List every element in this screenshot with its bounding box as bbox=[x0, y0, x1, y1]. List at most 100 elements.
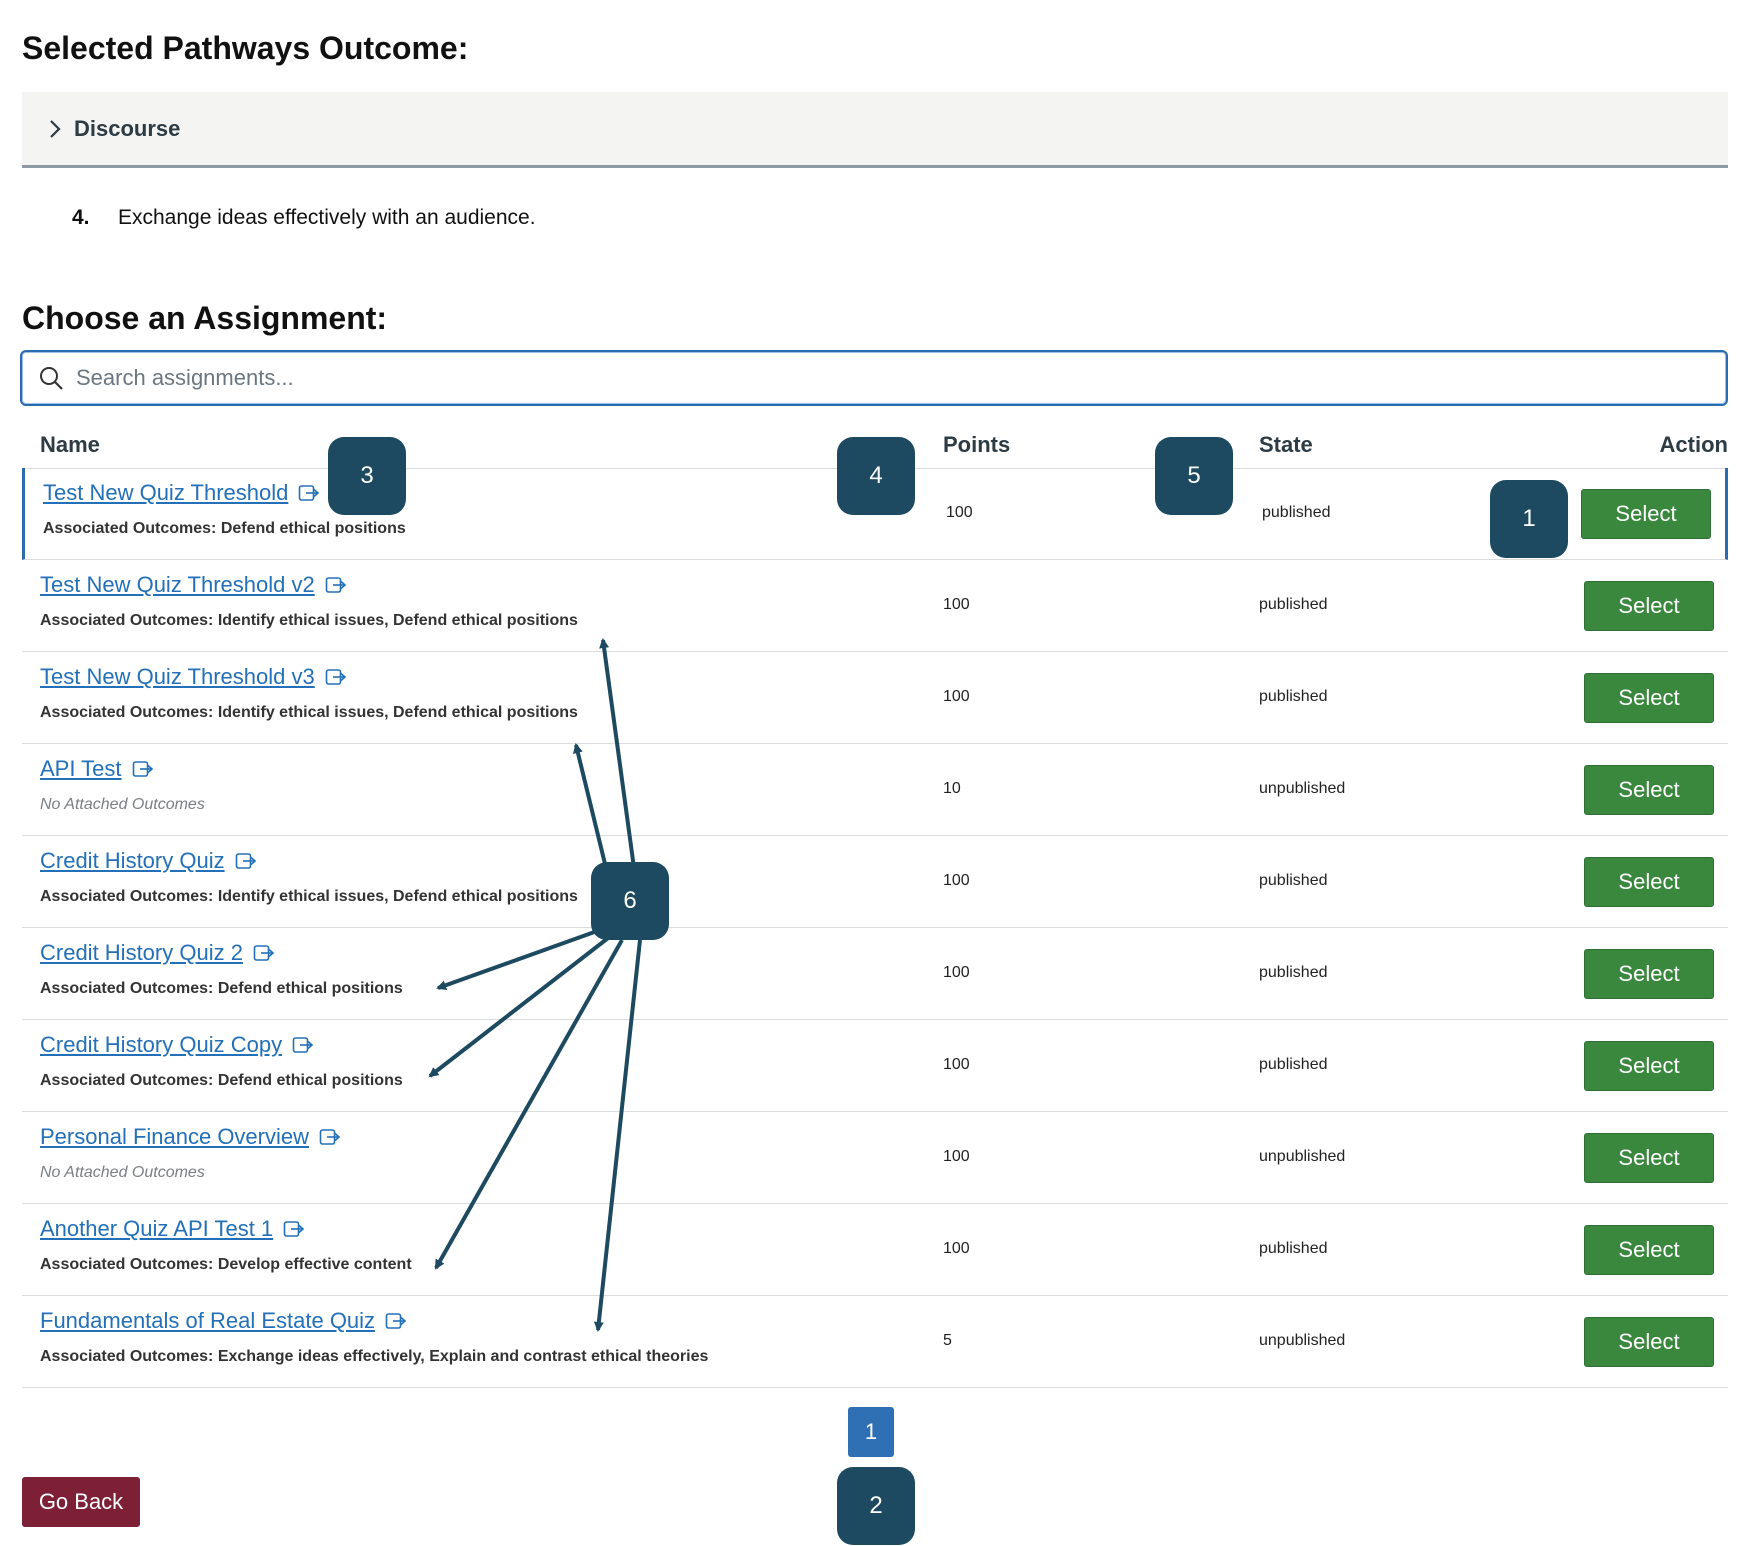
table-row: Credit History Quiz 2 Associated Outcomes… bbox=[22, 928, 1728, 1020]
state-value: published bbox=[1259, 1056, 1328, 1073]
state-value: published bbox=[1259, 964, 1328, 981]
external-link-icon[interactable] bbox=[235, 851, 257, 871]
state-value: unpublished bbox=[1259, 1332, 1346, 1349]
state-value: unpublished bbox=[1259, 780, 1346, 797]
points-value: 100 bbox=[946, 504, 973, 521]
select-button[interactable]: Select bbox=[1584, 1133, 1714, 1183]
assignment-title-wrap: Test New Quiz Threshold v2 bbox=[40, 572, 347, 598]
external-link-icon[interactable] bbox=[132, 759, 154, 779]
assignment-title-wrap: Another Quiz API Test 1 bbox=[40, 1216, 305, 1242]
points-value: 5 bbox=[943, 1332, 952, 1349]
assignment-link[interactable]: Fundamentals of Real Estate Quiz bbox=[40, 1308, 375, 1334]
column-header-state: State bbox=[1259, 432, 1313, 457]
assignment-link[interactable]: Credit History Quiz 2 bbox=[40, 940, 243, 966]
annotation-badge: 5 bbox=[1155, 437, 1233, 515]
go-back-button[interactable]: Go Back bbox=[22, 1477, 140, 1527]
assignment-link[interactable]: Another Quiz API Test 1 bbox=[40, 1216, 273, 1242]
annotation-badge: 2 bbox=[837, 1467, 915, 1545]
assignment-link[interactable]: Credit History Quiz Copy bbox=[40, 1032, 282, 1058]
associated-outcomes: Associated Outcomes: Defend ethical posi… bbox=[43, 520, 406, 537]
table-row: Personal Finance Overview No Attached Out… bbox=[22, 1112, 1728, 1204]
points-value: 10 bbox=[943, 780, 961, 797]
state-value: unpublished bbox=[1259, 1148, 1346, 1165]
assignment-link[interactable]: Personal Finance Overview bbox=[40, 1124, 309, 1150]
associated-outcomes: Associated Outcomes: Develop effective c… bbox=[40, 1256, 412, 1273]
external-link-icon[interactable] bbox=[325, 575, 347, 595]
points-value: 100 bbox=[943, 964, 970, 981]
points-value: 100 bbox=[943, 1148, 970, 1165]
discourse-accordion[interactable]: Discourse bbox=[22, 92, 1728, 168]
state-value: published bbox=[1259, 1240, 1328, 1257]
points-value: 100 bbox=[943, 872, 970, 889]
select-button[interactable]: Select bbox=[1584, 1225, 1714, 1275]
assignment-link[interactable]: Test New Quiz Threshold v3 bbox=[40, 664, 315, 690]
external-link-icon[interactable] bbox=[385, 1311, 407, 1331]
associated-outcomes: Associated Outcomes: Identify ethical is… bbox=[40, 888, 578, 905]
assignment-link[interactable]: Credit History Quiz bbox=[40, 848, 225, 874]
select-button[interactable]: Select bbox=[1584, 857, 1714, 907]
search-input[interactable] bbox=[74, 364, 1678, 392]
assignment-title-wrap: Test New Quiz Threshold v3 bbox=[40, 664, 347, 690]
outcome-list-item: 4. Exchange ideas effectively with an au… bbox=[72, 206, 536, 230]
assignment-title-wrap: Fundamentals of Real Estate Quiz bbox=[40, 1308, 407, 1334]
points-value: 100 bbox=[943, 596, 970, 613]
column-header-points: Points bbox=[943, 432, 1011, 457]
points-value: 100 bbox=[943, 1056, 970, 1073]
assignment-link[interactable]: API Test bbox=[40, 756, 122, 782]
chevron-right-icon bbox=[44, 118, 66, 140]
table-row: Test New Quiz Threshold v2 Associated Out… bbox=[22, 560, 1728, 652]
associated-outcomes: No Attached Outcomes bbox=[40, 796, 205, 813]
external-link-icon[interactable] bbox=[283, 1219, 305, 1239]
accordion-label: Discourse bbox=[74, 115, 181, 141]
assignment-title-wrap: Credit History Quiz bbox=[40, 848, 257, 874]
state-value: published bbox=[1259, 872, 1328, 889]
table-row: Credit History Quiz Associated Outcomes: … bbox=[22, 836, 1728, 928]
select-button[interactable]: Select bbox=[1584, 1041, 1714, 1091]
outcome-number: 4. bbox=[72, 206, 90, 229]
table-row: Credit History Quiz Copy Associated Outco… bbox=[22, 1020, 1728, 1112]
points-value: 100 bbox=[943, 1240, 970, 1257]
points-value: 100 bbox=[943, 688, 970, 705]
outcome-section-title: Selected Pathways Outcome: bbox=[22, 30, 469, 66]
table-row: API Test No Attached Outcomes 10 unpublishe… bbox=[22, 744, 1728, 836]
select-button[interactable]: Select bbox=[1584, 765, 1714, 815]
associated-outcomes: No Attached Outcomes bbox=[40, 1164, 205, 1181]
annotation-badge: 3 bbox=[328, 437, 406, 515]
state-value: published bbox=[1262, 504, 1331, 521]
annotation-badge: 1 bbox=[1490, 480, 1568, 558]
associated-outcomes: Associated Outcomes: Identify ethical is… bbox=[40, 704, 578, 721]
annotation-badge: 4 bbox=[837, 437, 915, 515]
assignment-link[interactable]: Test New Quiz Threshold bbox=[43, 480, 288, 506]
assignment-title-wrap: API Test bbox=[40, 756, 154, 782]
table-row: Test New Quiz Threshold v3 Associated Out… bbox=[22, 652, 1728, 744]
assignment-table-body: Test New Quiz Threshold Associated Outcom… bbox=[22, 468, 1728, 1388]
associated-outcomes: Associated Outcomes: Identify ethical is… bbox=[40, 612, 578, 629]
external-link-icon[interactable] bbox=[292, 1035, 314, 1055]
outcome-text: Exchange ideas effectively with an audie… bbox=[118, 206, 536, 229]
column-header-name: Name bbox=[40, 432, 100, 457]
associated-outcomes: Associated Outcomes: Defend ethical posi… bbox=[40, 1072, 403, 1089]
state-value: published bbox=[1259, 688, 1328, 705]
search-box bbox=[20, 350, 1728, 406]
pagination-page-button[interactable]: 1 bbox=[848, 1407, 894, 1457]
select-button[interactable]: Select bbox=[1584, 581, 1714, 631]
select-button[interactable]: Select bbox=[1584, 949, 1714, 999]
assignment-link[interactable]: Test New Quiz Threshold v2 bbox=[40, 572, 315, 598]
associated-outcomes: Associated Outcomes: Exchange ideas effe… bbox=[40, 1348, 709, 1365]
assignment-section-title: Choose an Assignment: bbox=[22, 300, 388, 336]
select-button[interactable]: Select bbox=[1584, 673, 1714, 723]
external-link-icon[interactable] bbox=[325, 667, 347, 687]
state-value: published bbox=[1259, 596, 1328, 613]
assignment-title-wrap: Test New Quiz Threshold bbox=[43, 480, 320, 506]
select-button[interactable]: Select bbox=[1584, 1317, 1714, 1367]
external-link-icon[interactable] bbox=[319, 1127, 341, 1147]
column-header-action: Action bbox=[1659, 432, 1728, 457]
external-link-icon[interactable] bbox=[253, 943, 275, 963]
assignment-title-wrap: Credit History Quiz 2 bbox=[40, 940, 275, 966]
associated-outcomes: Associated Outcomes: Defend ethical posi… bbox=[40, 980, 403, 997]
search-icon bbox=[38, 365, 64, 391]
select-button[interactable]: Select bbox=[1581, 489, 1711, 539]
assignment-title-wrap: Credit History Quiz Copy bbox=[40, 1032, 314, 1058]
table-row: Fundamentals of Real Estate Quiz Associat… bbox=[22, 1296, 1728, 1388]
external-link-icon[interactable] bbox=[298, 483, 320, 503]
